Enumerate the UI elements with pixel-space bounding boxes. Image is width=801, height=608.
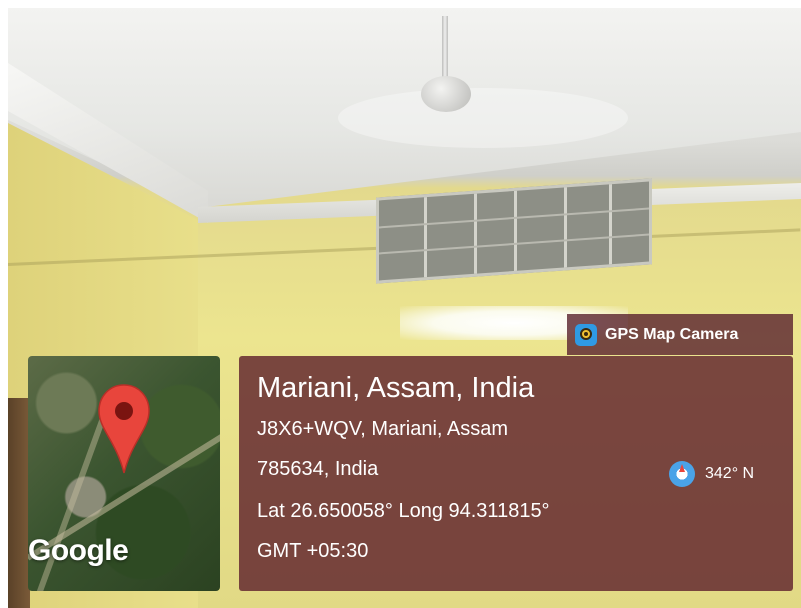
map-thumbnail[interactable]: Google [28,356,220,591]
compass-heading: 342° N [669,461,754,487]
coordinates-text: Lat 26.650058° Long 94.311815° [257,500,550,522]
address-line-2: 785634, India [257,458,379,480]
address-line-1: J8X6+WQV, Mariani, Assam [257,418,509,440]
compass-heading-text: 342° N [705,465,755,482]
badge-title: GPS Map Camera [605,325,739,343]
door-frame [8,398,30,608]
timezone-text: GMT +05:30 [257,540,369,562]
map-pin-icon [98,384,150,474]
fan-blades [338,88,628,148]
compass-icon [669,461,695,487]
ventilator-window [376,178,652,284]
google-logo: Google [28,534,129,567]
gps-map-camera-badge: GPS Map Camera [567,314,793,355]
ceiling-fan [421,76,471,112]
place-title: Mariani, Assam, India [257,372,535,404]
location-info-panel: Mariani, Assam, India J8X6+WQV, Mariani,… [239,356,793,591]
gps-map-camera-icon [575,323,597,346]
